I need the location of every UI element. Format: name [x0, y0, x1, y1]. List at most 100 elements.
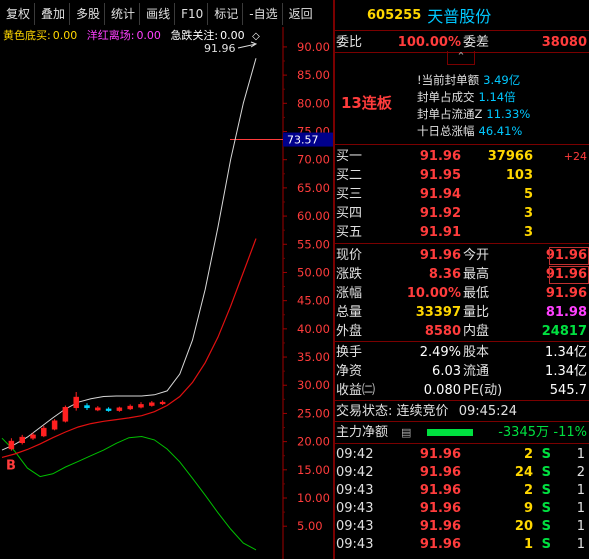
seal-stat-value: 11.33%: [486, 107, 531, 121]
list-icon[interactable]: ▤: [401, 423, 411, 442]
weibi-value: 100.00%: [397, 35, 461, 50]
tick-row: 09:42 91.96 2 S 1: [335, 446, 589, 464]
stock-code: 605255: [367, 7, 422, 23]
collapse-caret-icon[interactable]: ⌃: [447, 51, 475, 65]
fund-value: 0.080: [423, 383, 461, 398]
y-tick-label: 35.00: [297, 350, 330, 364]
toolbar-button-statistics[interactable]: 统计: [107, 2, 141, 25]
fund-row: 收益㈡ 0.080 PE(动) 545.7: [335, 381, 589, 400]
indicator-magenta-exit-label: 洋红离场:: [86, 29, 135, 42]
seal-stat-label: 封单占成交: [417, 90, 475, 104]
quote-label: 内盘: [463, 324, 490, 339]
tick-volume: 24: [514, 465, 533, 480]
tick-time: 09:42: [336, 465, 374, 480]
quote-value: 81.98: [545, 305, 587, 320]
tick-price: 91.96: [419, 501, 461, 516]
main-flow-label: 主力净额: [336, 425, 389, 440]
y-tick-label: 85.00: [297, 68, 330, 82]
candle-body: [51, 420, 58, 430]
seal-stat-label: 十日总涨幅: [417, 124, 475, 138]
tick-volume: 9: [523, 501, 533, 516]
fund-label: 流通: [463, 364, 490, 379]
bid-row[interactable]: 买五 91.91 3: [335, 223, 589, 242]
bid-row[interactable]: 买二 91.95 103: [335, 166, 589, 185]
y-tick-label: 70.00: [297, 153, 330, 167]
quote-label: 外盘: [336, 324, 363, 339]
bid-price: 91.95: [419, 168, 461, 183]
toolbar-button-multi-stock[interactable]: 多股: [72, 2, 106, 25]
bid-level-label: 买二: [336, 168, 363, 183]
weicha-label: 委差: [463, 35, 490, 50]
indicator-line: 黄色底买: 0.00 洋红离场: 0.00 急跌关注: 0.00 ◇: [3, 27, 262, 43]
toolbar-button-overlay[interactable]: 叠加: [37, 2, 71, 25]
fund-value: 6.03: [432, 364, 461, 379]
y-tick-label: 30.00: [297, 378, 330, 392]
kline-chart[interactable]: 90.0085.0080.0075.0070.0065.0060.0055.00…: [0, 27, 333, 559]
tick-volume: 20: [514, 519, 533, 534]
separator: [335, 421, 589, 422]
quote-row: 总量 33397 量比 81.98: [335, 303, 589, 322]
seal-stat-row: 封单占成交 1.14倍: [417, 89, 516, 106]
quote-row: 涨幅 10.00% 最低 91.96: [335, 284, 589, 303]
quote-value: 10.00%: [406, 286, 461, 301]
stock-header: 605255 天普股份: [335, 0, 589, 31]
main-flow-pct: -11%: [553, 425, 587, 440]
fund-value: 545.7: [549, 383, 587, 398]
indicator-sharp-drop-value: 0.00: [220, 29, 245, 42]
bid-price: 91.94: [419, 187, 461, 202]
candle-body: [127, 405, 133, 410]
y-tick-label: 15.00: [297, 463, 330, 477]
lower-band-line: [1, 238, 257, 458]
bid-volume: 103: [505, 168, 533, 183]
quote-row: 外盘 8580 内盘 24817: [335, 322, 589, 341]
candle-body: [19, 436, 25, 444]
fund-value: 1.34亿: [545, 364, 587, 379]
tick-row: 09:43 91.96 20 S 1: [335, 518, 589, 536]
quote-value: 8580: [424, 324, 461, 339]
bid-row[interactable]: 买四 91.92 3: [335, 204, 589, 223]
y-tick-label: 10.00: [297, 491, 330, 505]
fund-value: 2.49%: [419, 345, 461, 360]
separator: [335, 243, 589, 244]
toolbar-button-mark[interactable]: 标记: [210, 2, 244, 25]
kline-chart-area[interactable]: 90.00 85.00 80.00 75.00 70.00 65.00 60.00 55.00…: [0, 27, 333, 559]
toolbar-button-back[interactable]: 返回: [285, 3, 317, 25]
stock-name[interactable]: 天普股份: [427, 3, 491, 27]
fund-value: 1.34亿: [545, 345, 587, 360]
candle-body: [8, 440, 15, 450]
quote-value: 91.96: [545, 286, 587, 301]
green-indicator-line: [1, 435, 257, 551]
tick-side: S: [541, 465, 551, 480]
tick-row: 09:43 91.96 9 S 1: [335, 500, 589, 518]
candle-body: [41, 427, 47, 437]
indicator-yellow-buy-label: 黄色底买:: [3, 29, 51, 42]
tick-price: 91.96: [419, 537, 461, 552]
separator: [335, 400, 589, 401]
bid-row[interactable]: 买三 91.94 5: [335, 185, 589, 204]
tick-side: S: [541, 483, 551, 498]
fund-label: PE(动): [463, 383, 503, 398]
toolbar-button-remove-watchlist[interactable]: -自选: [245, 2, 283, 25]
quote-label: 涨跌: [336, 267, 363, 282]
quote-label: 量比: [463, 305, 490, 320]
quote-value: 33397: [415, 305, 461, 320]
diamond-icon[interactable]: ◇: [252, 31, 260, 42]
fund-label: 换手: [336, 345, 363, 360]
bid-volume: 5: [523, 187, 533, 202]
tick-price: 91.96: [419, 483, 461, 498]
toolbar-button-draw-line[interactable]: 画线: [142, 2, 176, 25]
separator: [335, 341, 589, 342]
bid-row[interactable]: 买一 91.96 37966 +24: [335, 147, 589, 166]
toolbar-button-f10[interactable]: F10: [177, 2, 209, 25]
tick-side: S: [541, 501, 551, 516]
bid-price: 91.96: [419, 149, 461, 164]
toolbar-button-restore-rights[interactable]: 复权: [2, 2, 36, 25]
tick-price: 91.96: [419, 447, 461, 462]
seal-stat-value: 1.14倍: [478, 90, 516, 104]
fund-row: 净资 6.03 流通 1.34亿: [335, 362, 589, 381]
tick-side: S: [541, 447, 551, 462]
weicha-value: 38080: [541, 35, 587, 50]
tick-time: 09:43: [336, 519, 374, 534]
quote-label: 现价: [336, 248, 363, 263]
separator: [335, 443, 589, 444]
